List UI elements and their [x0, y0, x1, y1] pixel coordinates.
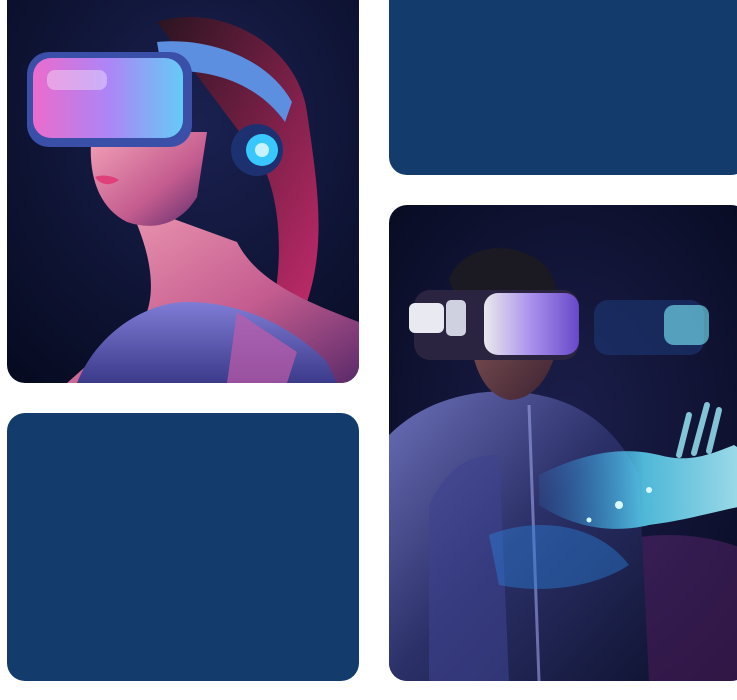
woman-vr-illustration	[7, 0, 359, 383]
blue-card-bottom-left	[7, 413, 359, 681]
vr-image-grid	[0, 0, 737, 700]
blue-card-top-right	[389, 0, 737, 175]
man-vr-headset-hologram-photo	[389, 205, 737, 681]
man-vr-illustration	[389, 205, 737, 681]
woman-vr-headset-photo	[7, 0, 359, 383]
